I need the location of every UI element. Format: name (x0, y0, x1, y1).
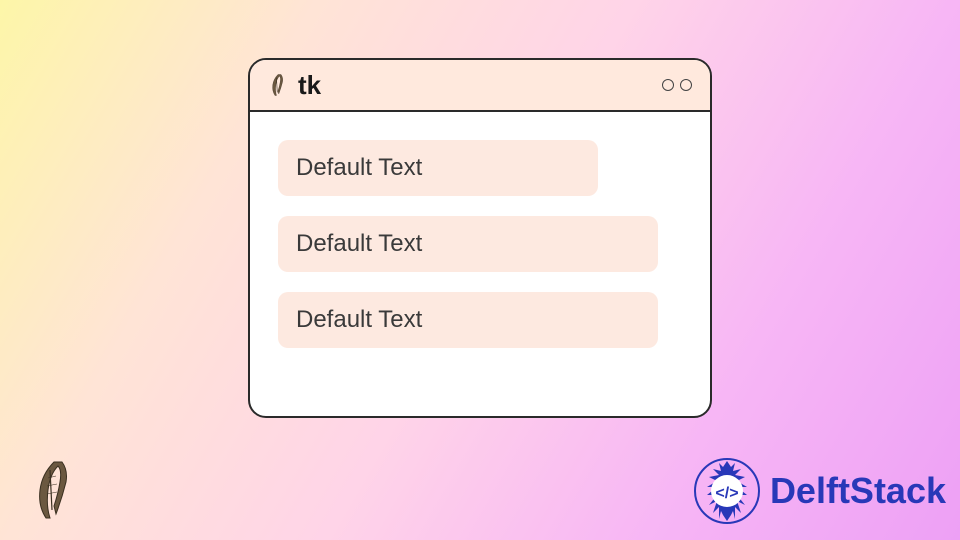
text-entry-1[interactable]: Default Text (278, 140, 598, 196)
text-entry-value: Default Text (296, 154, 422, 182)
mandala-code-icon: </> (692, 456, 762, 526)
text-entry-value: Default Text (296, 230, 422, 258)
brand-name: DelftStack (770, 470, 946, 512)
close-button[interactable] (680, 79, 692, 91)
text-entry-2[interactable]: Default Text (278, 216, 658, 272)
svg-text:</>: </> (715, 485, 738, 502)
window-title: tk (298, 70, 321, 101)
titlebar[interactable]: tk (250, 60, 710, 112)
text-entry-value: Default Text (296, 306, 422, 334)
feather-icon (30, 458, 78, 522)
text-entry-3[interactable]: Default Text (278, 292, 658, 348)
window-controls (662, 79, 692, 91)
delftstack-logo: </> DelftStack (692, 456, 946, 526)
window-body: Default Text Default Text Default Text (250, 112, 710, 376)
minimize-button[interactable] (662, 79, 674, 91)
tk-window: tk Default Text Default Text Default Tex… (248, 58, 712, 418)
feather-icon (266, 73, 290, 97)
